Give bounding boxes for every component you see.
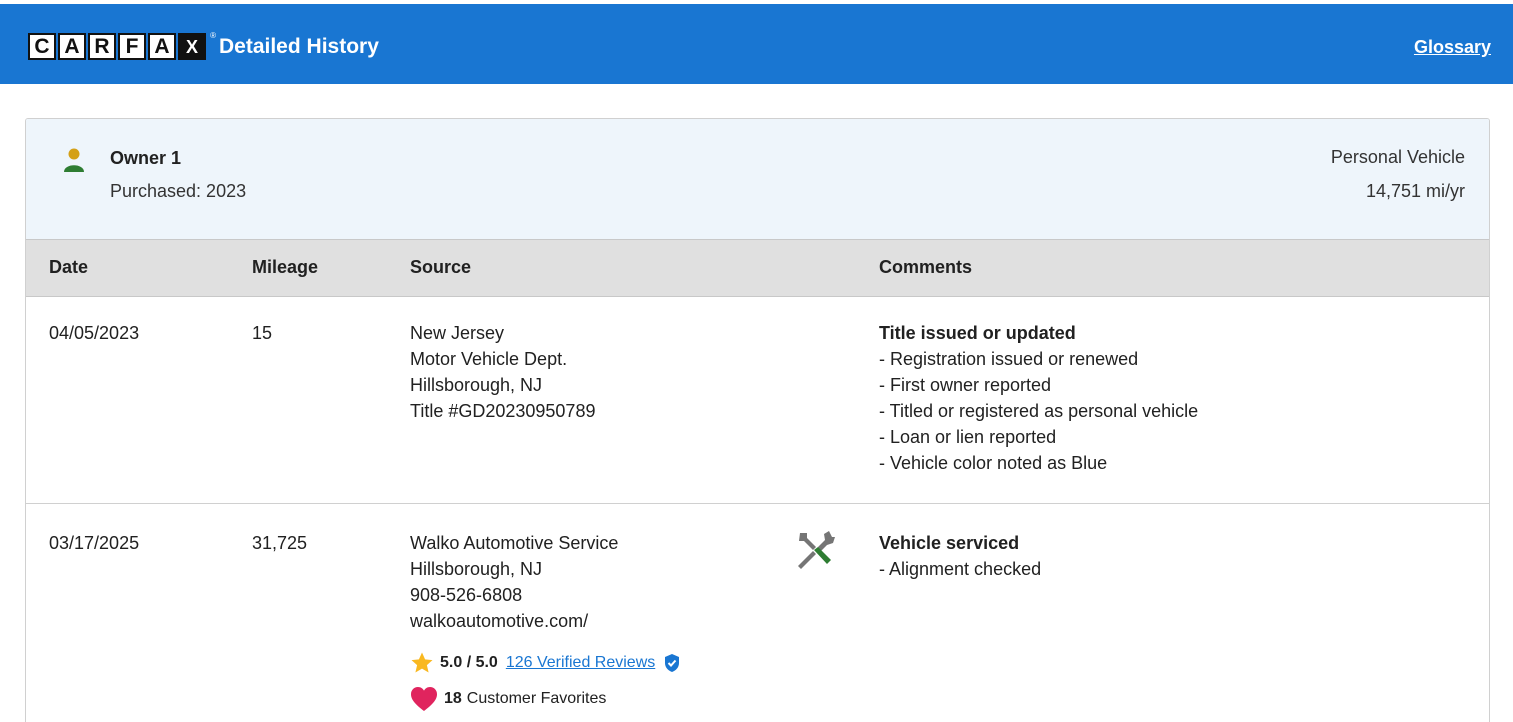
favorites-count: 18: [444, 690, 462, 707]
row-comments: Vehicle serviced Alignment checked: [879, 530, 1041, 582]
header-bar: C A R F A X ® Detailed History Glossary: [0, 4, 1513, 84]
rating-score: 5.0 / 5.0: [440, 654, 498, 671]
verified-shield-icon: [665, 654, 680, 672]
page-title: Detailed History: [219, 35, 379, 58]
table-header: Date Mileage Source Comments: [26, 240, 1489, 297]
carfax-logo: C A R F A X ®: [28, 31, 216, 60]
history-card: Owner 1 Purchased: 2023 Personal Vehicle…: [25, 118, 1490, 722]
table-row: 03/17/2025 31,725 Walko Automotive Servi…: [26, 504, 1489, 722]
owner-name: Owner 1: [110, 148, 182, 168]
header-source: Source: [410, 257, 472, 277]
owner-purchased: Purchased: 2023: [110, 181, 247, 201]
star-icon: [411, 652, 433, 673]
service-tools-icon: [798, 531, 835, 569]
service-icon-cell: [794, 530, 836, 577]
favorites-label: Customer Favorites: [466, 690, 607, 707]
row-date: 03/17/2025: [49, 533, 140, 553]
owner-mileage-per-year: 14,751 mi/yr: [1365, 181, 1465, 201]
row-mileage: 31,725: [252, 533, 308, 553]
row-source: Walko Automotive Service Hillsborough, N…: [410, 533, 619, 631]
shop-rating: 5.0 / 5.0 126 Verified Reviews: [410, 651, 681, 675]
verified-reviews-link[interactable]: 126 Verified Reviews: [506, 654, 655, 672]
row-source: New Jersey Motor Vehicle Dept. Hillsboro…: [410, 323, 596, 421]
heart-icon: [411, 687, 437, 711]
owner-summary: Owner 1 Purchased: 2023 Personal Vehicle…: [26, 119, 1489, 240]
row-mileage: 15: [252, 323, 273, 343]
owner-vehicle-type: Personal Vehicle: [1330, 147, 1465, 167]
row-date: 04/05/2023: [49, 323, 140, 343]
person-icon: [64, 148, 84, 172]
row-comments: Title issued or updated Registration iss…: [879, 320, 1198, 476]
header-date: Date: [49, 257, 89, 277]
glossary-link[interactable]: Glossary: [1414, 37, 1491, 58]
table-row: 04/05/2023 15 New Jersey Motor Vehicle D…: [26, 297, 1489, 504]
customer-favorites: 18 Customer Favorites: [410, 686, 606, 712]
header-mileage: Mileage: [252, 257, 319, 277]
header-comments: Comments: [879, 257, 973, 277]
